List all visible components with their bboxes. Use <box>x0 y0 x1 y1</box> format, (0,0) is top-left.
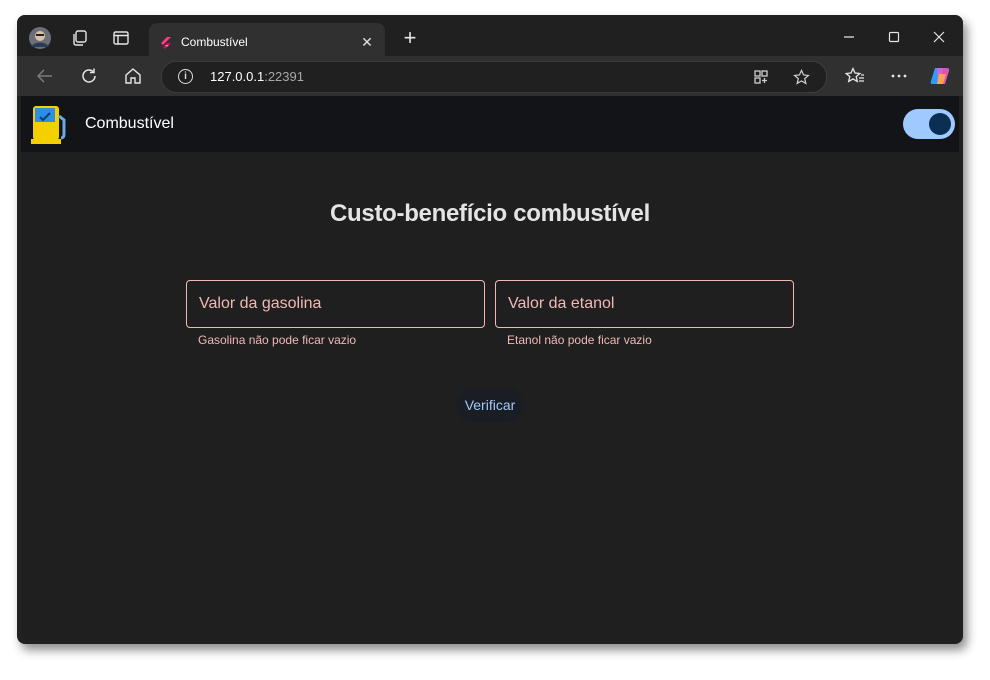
theme-toggle-knob <box>929 113 951 135</box>
plus-icon[interactable]: + <box>399 27 421 49</box>
favorites-icon[interactable] <box>843 64 867 88</box>
back-icon[interactable] <box>33 64 57 88</box>
etanol-field-label: Valor da etanol <box>508 295 615 312</box>
close-icon[interactable]: ✕ <box>357 32 377 52</box>
app-page: Combustível Custo-benefício combustível … <box>21 96 959 640</box>
browser-window: Combustível ✕ + i 127.0.0.1:22391 Combus… <box>17 15 963 644</box>
tab-actions-icon[interactable] <box>108 25 134 51</box>
url-host: 127.0.0.1 <box>210 69 265 84</box>
app-available-icon[interactable] <box>752 68 770 86</box>
address-bar[interactable]: i 127.0.0.1:22391 <box>161 61 827 93</box>
page-title: Custo-benefício combustível <box>330 200 650 227</box>
favorite-star-icon[interactable] <box>792 68 810 86</box>
workspaces-icon[interactable] <box>67 25 93 51</box>
etanol-error-text: Etanol não pode ficar vazio <box>507 333 652 347</box>
fuel-pump-icon <box>31 106 66 144</box>
maximize-icon[interactable] <box>884 27 904 47</box>
theme-toggle[interactable] <box>903 109 955 139</box>
home-icon[interactable] <box>121 64 145 88</box>
refresh-icon[interactable] <box>77 64 101 88</box>
moon-icon <box>883 116 891 132</box>
url-text: 127.0.0.1:22391 <box>210 69 304 84</box>
app-title: Combustível <box>85 115 174 132</box>
flutter-favicon-icon <box>161 37 171 49</box>
copilot-icon[interactable] <box>928 64 952 88</box>
gasolina-field-label: Valor da gasolina <box>199 295 322 312</box>
more-icon[interactable] <box>887 64 911 88</box>
tab-title: Combustível <box>181 35 248 49</box>
etanol-field[interactable]: Valor da etanol <box>495 280 794 328</box>
close-window-icon[interactable] <box>929 27 949 47</box>
gasolina-error-text: Gasolina não pode ficar vazio <box>198 333 357 347</box>
profile-avatar-icon[interactable] <box>27 25 53 51</box>
address-toolbar: i 127.0.0.1:22391 <box>17 56 963 96</box>
app-bar: Combustível <box>21 96 959 152</box>
site-info-icon[interactable]: i <box>178 69 193 84</box>
gasolina-field[interactable]: Valor da gasolina <box>186 280 485 328</box>
minimize-icon[interactable] <box>839 27 859 47</box>
tab-bar: Combustível ✕ + <box>17 15 963 63</box>
url-port: :22391 <box>264 69 304 84</box>
verify-button[interactable]: Verificar <box>456 388 524 422</box>
